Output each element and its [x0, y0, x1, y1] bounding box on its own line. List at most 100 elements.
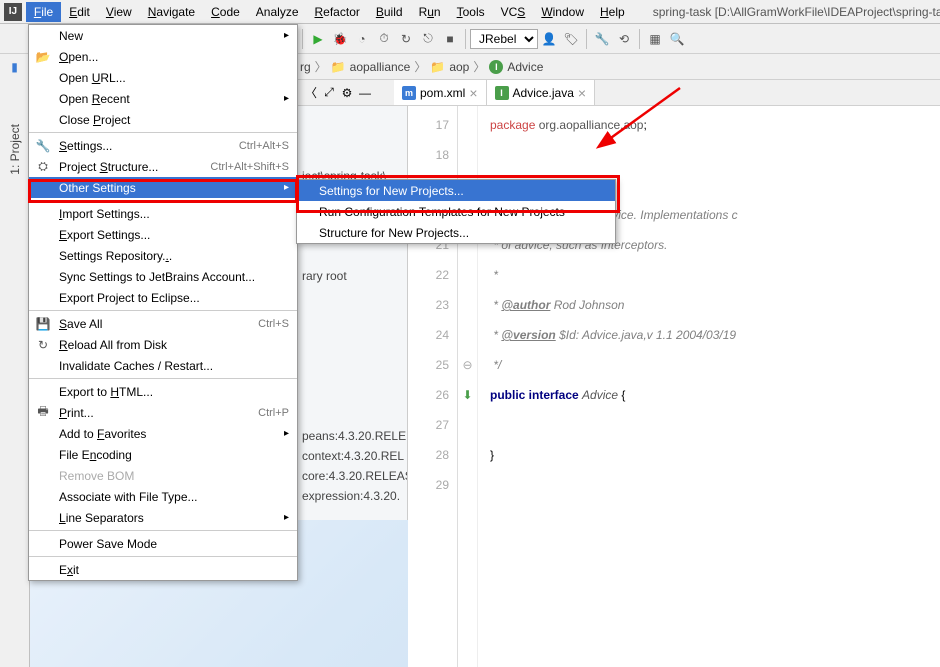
gear-icon[interactable]: ⚙	[338, 86, 356, 100]
menu-item-new[interactable]: New▸	[29, 25, 297, 46]
menu-item-label: Settings Repository...	[59, 249, 172, 263]
menu-item-export-to-html[interactable]: Export to HTML...	[29, 381, 297, 402]
menu-item-icon: ↻	[35, 338, 51, 352]
menu-vcs[interactable]: VCS	[493, 2, 534, 22]
structure-icon[interactable]: ▦	[644, 28, 666, 50]
menu-item-sync-settings-to-jetbrains-account[interactable]: Sync Settings to JetBrains Account...	[29, 266, 297, 287]
menu-file[interactable]: File	[26, 2, 61, 22]
editor-area: 1617181920212223242526272829 ⊖⬇ package …	[408, 80, 940, 667]
breadcrumb-item[interactable]: IAdvice	[489, 60, 543, 74]
menu-navigate[interactable]: Navigate	[140, 2, 203, 22]
profile-icon[interactable]: ⏱	[373, 28, 395, 50]
menu-item-label: New	[59, 29, 83, 43]
menu-item-settings[interactable]: 🔧Settings...Ctrl+Alt+S	[29, 135, 297, 156]
submenu-arrow-icon: ▸	[284, 512, 289, 523]
menu-tools[interactable]: Tools	[449, 2, 493, 22]
fold-icon[interactable]: ⊖	[458, 350, 477, 380]
menu-item-remove-bom: Remove BOM	[29, 465, 297, 486]
folder-icon: 📁	[331, 60, 346, 74]
menu-window[interactable]: Window	[533, 2, 592, 22]
menu-item-shortcut: Ctrl+S	[258, 318, 289, 330]
menu-item-icon: ⛭	[35, 159, 51, 174]
coverage-icon[interactable]: ◔	[351, 28, 373, 50]
menu-item-line-separators[interactable]: Line Separators▸	[29, 507, 297, 528]
menu-item-associate-with-file-type[interactable]: Associate with File Type...	[29, 486, 297, 507]
interface-icon: I	[489, 60, 503, 74]
wrench-icon[interactable]: 🔧	[591, 28, 613, 50]
menu-item-label: Add to Favorites	[59, 427, 146, 441]
debug-icon[interactable]: 🐞	[329, 28, 351, 50]
menu-item-label: Exit	[59, 563, 79, 577]
avatar-icon[interactable]: 👤	[538, 28, 560, 50]
menu-code[interactable]: Code	[203, 2, 248, 22]
submenu-item-settings-for-new-projects[interactable]: Settings for New Projects...	[297, 180, 615, 201]
menu-item-reload-all-from-disk[interactable]: ↻ Reload All from Disk	[29, 334, 297, 355]
menu-view[interactable]: View	[98, 2, 140, 22]
other-settings-submenu: Settings for New Projects...Run Configur…	[296, 179, 616, 244]
menu-item-label: Close Project	[59, 113, 130, 127]
menu-item-label: Export Project to Eclipse...	[59, 291, 200, 305]
menu-item-invalidate-caches-restart[interactable]: Invalidate Caches / Restart...	[29, 355, 297, 376]
update-icon[interactable]: ↻	[395, 28, 417, 50]
menu-help[interactable]: Help	[592, 2, 633, 22]
editor-tab[interactable]: IAdvice.java×	[487, 80, 596, 105]
menu-item-save-all[interactable]: 💾Save AllCtrl+S	[29, 313, 297, 334]
project-tree-fragment: ject\spring-task\rary rootpeans:4.3.20.R…	[298, 80, 408, 520]
menu-item-export-project-to-eclipse[interactable]: Export Project to Eclipse...	[29, 287, 297, 308]
menu-item-export-settings[interactable]: Export Settings...	[29, 224, 297, 245]
project-tool-tab[interactable]: 1: Project	[8, 124, 22, 175]
close-tab-icon[interactable]: ×	[469, 85, 477, 101]
menu-build[interactable]: Build	[368, 2, 411, 22]
file-menu-dropdown: New▸📂Open...Open URL...Open Recent▸Close…	[28, 24, 298, 581]
menu-item-exit[interactable]: Exit	[29, 559, 297, 580]
attach-icon[interactable]: ⎋	[417, 28, 439, 50]
jrebel-icon[interactable]: ⟲	[613, 28, 635, 50]
menu-item-close-project[interactable]: Close Project	[29, 109, 297, 130]
implements-gutter-icon[interactable]: ⬇	[458, 380, 477, 410]
menu-item-label: Sync Settings to JetBrains Account...	[59, 270, 255, 284]
collapse-panel-icon[interactable]: —	[356, 86, 374, 100]
run-config-select[interactable]: JRebel	[470, 29, 538, 49]
chevron-right-icon: 〉	[473, 58, 485, 75]
menu-item-power-save-mode[interactable]: Power Save Mode	[29, 533, 297, 554]
code-editor[interactable]: 1617181920212223242526272829 ⊖⬇ package …	[408, 80, 940, 667]
editor-tab[interactable]: mpom.xml×	[394, 80, 487, 105]
menu-item-label: Print...	[59, 406, 94, 420]
run-icon[interactable]: ▶	[307, 28, 329, 50]
menu-item-open[interactable]: 📂Open...	[29, 46, 297, 67]
search-icon[interactable]: 🔍	[666, 28, 688, 50]
menu-item-open-recent[interactable]: Open Recent▸	[29, 88, 297, 109]
menu-item-label: Open Recent	[59, 92, 130, 106]
menubar: IJ FileEditViewNavigateCodeAnalyzeRefact…	[0, 0, 940, 24]
menu-edit[interactable]: Edit	[61, 2, 98, 22]
submenu-arrow-icon: ▸	[284, 428, 289, 439]
code-text[interactable]: package org.aopalliance.aop; * ace for A…	[478, 80, 940, 667]
prev-icon[interactable]: 〈	[302, 84, 320, 101]
stop-icon[interactable]: ■	[439, 28, 461, 50]
menu-item-print[interactable]: 🖶Print...Ctrl+P	[29, 402, 297, 423]
close-tab-icon[interactable]: ×	[578, 85, 586, 101]
submenu-item-run-configuration-templates-for-new-projects[interactable]: Run Configuration Templates for New Proj…	[297, 201, 615, 222]
menu-item-file-encoding[interactable]: File Encoding	[29, 444, 297, 465]
menu-item-settings-repository[interactable]: Settings Repository...	[29, 245, 297, 266]
menu-item-open-url[interactable]: Open URL...	[29, 67, 297, 88]
menu-item-label: Reload All from Disk	[59, 338, 167, 352]
menu-item-import-settings[interactable]: Import Settings...	[29, 203, 297, 224]
menu-run[interactable]: Run	[411, 2, 449, 22]
menu-analyze[interactable]: Analyze	[248, 2, 307, 22]
menu-item-project-structure[interactable]: ⛭Project Structure...Ctrl+Alt+Shift+S	[29, 156, 297, 177]
app-logo-icon: IJ	[4, 3, 22, 21]
submenu-item-structure-for-new-projects[interactable]: Structure for New Projects...	[297, 222, 615, 243]
chevron-right-icon: 〉	[414, 58, 426, 75]
menu-refactor[interactable]: Refactor	[307, 2, 368, 22]
expand-icon[interactable]: ⤢	[320, 85, 338, 100]
bookmark-tb-icon[interactable]: 🏷	[560, 28, 582, 50]
editor-toolbar: 〈 ⤢ ⚙ — mpom.xml×IAdvice.java×	[298, 80, 940, 106]
breadcrumb-item[interactable]: rg	[300, 60, 311, 74]
menu-item-other-settings[interactable]: Other Settings▸	[29, 177, 297, 198]
menu-item-add-to-favorites[interactable]: Add to Favorites ▸	[29, 423, 297, 444]
xml-file-icon: m	[402, 86, 416, 100]
bookmark-icon[interactable]: ▮	[6, 58, 24, 76]
breadcrumb-item[interactable]: 📁aop	[430, 60, 469, 74]
breadcrumb-item[interactable]: 📁aopalliance	[331, 60, 411, 74]
